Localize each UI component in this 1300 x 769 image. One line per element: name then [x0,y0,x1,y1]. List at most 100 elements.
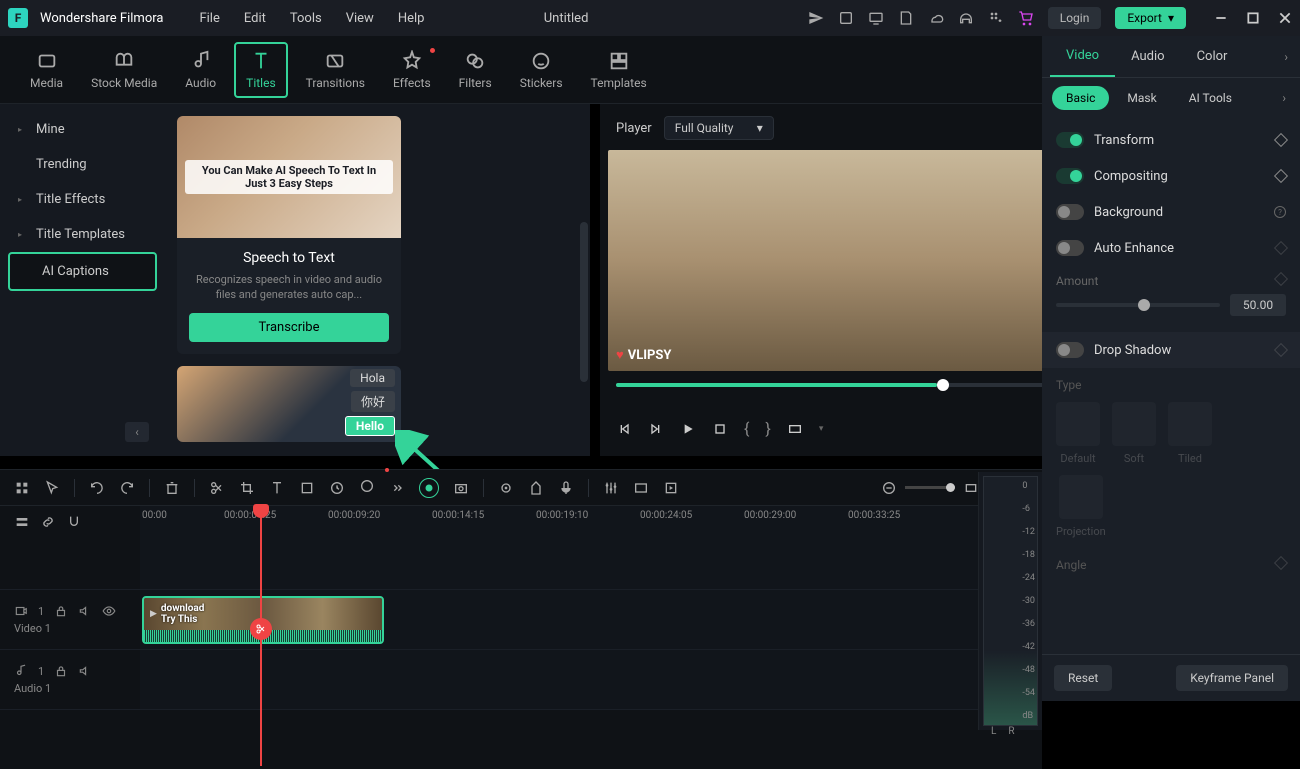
color-icon[interactable] [359,478,375,494]
cart-icon[interactable] [1018,10,1034,26]
tab-titles[interactable]: Titles [234,42,287,98]
marker-icon[interactable] [528,480,544,496]
zoom-fit-icon[interactable] [963,480,979,496]
tab-media[interactable]: Media [20,44,73,96]
compositing-toggle[interactable] [1056,168,1084,184]
tab-filters[interactable]: Filters [449,44,502,96]
maximize-icon[interactable] [1246,11,1260,25]
save-icon[interactable] [898,10,914,26]
crop-icon[interactable] [239,480,255,496]
keyframe-diamond-icon[interactable] [1274,169,1288,183]
mark-in-icon[interactable]: { [744,419,749,438]
prop-drop-shadow[interactable]: Drop Shadow [1042,332,1300,368]
props-tab-video[interactable]: Video [1050,36,1115,77]
auto-ripple-icon[interactable] [92,514,108,530]
ratio-icon[interactable] [787,421,803,437]
crop-zoom-icon[interactable] [299,480,315,496]
redo-icon[interactable] [119,480,135,496]
shadow-type-default[interactable]: Default [1056,402,1100,465]
tab-effects[interactable]: Effects [383,44,441,96]
ai-icon[interactable] [419,478,439,498]
props-tab-audio[interactable]: Audio [1115,37,1180,76]
audio-track-body[interactable] [140,650,1042,709]
amount-value[interactable]: 50.00 [1230,294,1286,316]
menu-tools[interactable]: Tools [290,11,322,26]
select-icon[interactable] [14,480,30,496]
info-icon[interactable]: ? [1274,206,1286,218]
transform-toggle[interactable] [1056,132,1084,148]
drop-shadow-toggle[interactable] [1056,342,1084,358]
content-list[interactable]: You Can Make AI Speech To Text In Just 3… [165,104,590,456]
tab-transitions[interactable]: Transitions [296,44,375,96]
mark-out-icon[interactable]: } [765,419,770,438]
zoom-thumb[interactable] [946,483,955,492]
mute-icon[interactable] [78,604,92,618]
zoom-out-icon[interactable] [881,480,897,496]
prop-compositing[interactable]: Compositing [1042,158,1300,194]
next-frame-icon[interactable] [648,421,664,437]
headphones-icon[interactable] [958,10,974,26]
reset-button[interactable]: Reset [1054,665,1112,691]
quality-dropdown[interactable]: Full Quality▾ [664,116,774,140]
keyframe-diamond-icon[interactable] [1274,343,1288,357]
record-icon[interactable] [498,480,514,496]
mic-icon[interactable] [558,480,574,496]
keyframe-diamond-icon[interactable] [1274,272,1288,286]
text-icon[interactable] [269,480,285,496]
keyframe-panel-button[interactable]: Keyframe Panel [1176,665,1288,691]
adjust-icon[interactable] [633,480,649,496]
scrubber-thumb[interactable] [937,379,949,391]
tab-templates[interactable]: Templates [581,44,657,96]
background-toggle[interactable] [1056,204,1084,220]
eye-icon[interactable] [102,604,116,618]
slider-thumb[interactable] [1138,299,1150,311]
track-add-icon[interactable] [14,514,30,530]
subtab-mask[interactable]: Mask [1113,86,1170,110]
keyframe-diamond-icon[interactable] [1274,133,1288,147]
mute-icon[interactable] [78,664,92,678]
export-button[interactable]: Export▾ [1115,7,1186,29]
speed-icon[interactable] [329,480,345,496]
render-icon[interactable] [663,480,679,496]
minimize-icon[interactable] [1214,11,1228,25]
playhead-split-icon[interactable] [250,618,272,640]
sidebar-item-mine[interactable]: Mine [4,112,161,147]
subtab-ai-tools[interactable]: AI Tools [1175,86,1246,110]
mixer-icon[interactable] [603,480,619,496]
login-button[interactable]: Login [1048,7,1102,29]
chevron-down-icon[interactable]: ▾ [819,424,824,434]
sidebar-item-title-templates[interactable]: Title Templates [4,217,161,252]
sidebar-item-title-effects[interactable]: Title Effects [4,182,161,217]
subtab-basic[interactable]: Basic [1052,86,1109,110]
auto-enhance-toggle[interactable] [1056,240,1084,256]
prop-background[interactable]: Background ? [1042,194,1300,230]
prop-transform[interactable]: Transform [1042,122,1300,158]
amount-slider[interactable] [1056,303,1220,307]
sidebar-collapse-icon[interactable]: ‹ [125,422,149,442]
transcribe-button[interactable]: Transcribe [189,313,389,342]
menu-file[interactable]: File [199,11,219,26]
cursor-icon[interactable] [44,480,60,496]
lock-icon[interactable] [54,604,68,618]
device-icon[interactable] [838,10,854,26]
translate-card[interactable]: Hola 你好 Hello [177,366,401,442]
tab-stock-media[interactable]: Stock Media [81,44,167,96]
more-icon[interactable] [389,480,405,496]
sidebar-item-ai-captions[interactable]: AI Captions [8,252,157,291]
playhead[interactable] [260,506,262,766]
shadow-type-soft[interactable]: Soft [1112,402,1156,465]
apps-icon[interactable] [988,10,1004,26]
props-body[interactable]: Transform Compositing Background ? Auto … [1042,118,1300,654]
tab-audio[interactable]: Audio [175,44,226,96]
stop-icon[interactable] [712,421,728,437]
menu-edit[interactable]: Edit [244,11,266,26]
props-tab-color[interactable]: Color [1181,37,1244,76]
camera-icon[interactable] [453,480,469,496]
video-track-body[interactable]: ▶downloadTry This [140,590,1042,649]
keyframe-diamond-icon[interactable] [1274,241,1288,255]
close-icon[interactable] [1278,11,1292,25]
magnet-icon[interactable] [66,514,82,530]
sidebar-item-trending[interactable]: Trending [4,147,161,182]
prop-auto-enhance[interactable]: Auto Enhance [1042,230,1300,266]
delete-icon[interactable] [164,480,180,496]
